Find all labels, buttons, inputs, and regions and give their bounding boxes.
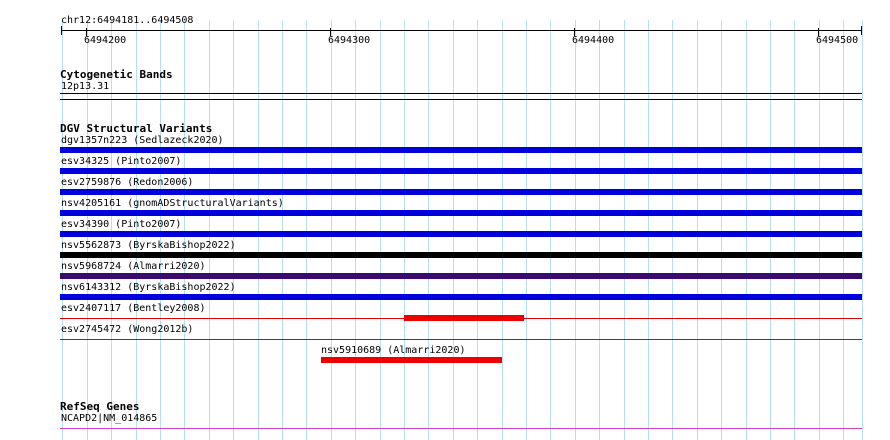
ruler-tick-label: 6494400 (572, 35, 615, 46)
grid-line (624, 20, 625, 440)
grid-line (428, 20, 429, 440)
grid-line (331, 20, 332, 440)
dgv-variant-label[interactable]: esv34390 (Pinto2007) (61, 219, 181, 231)
dgv-variant-bar[interactable] (60, 189, 862, 195)
grid-line (233, 20, 234, 440)
grid-line (721, 20, 722, 440)
grid-line (258, 20, 259, 440)
grid-line (550, 20, 551, 440)
grid-line (184, 20, 185, 440)
grid-line (648, 20, 649, 440)
ruler-tick (861, 26, 862, 35)
dgv-variant-label[interactable]: esv34325 (Pinto2007) (61, 156, 181, 168)
dgv-variant-bar[interactable] (60, 273, 862, 279)
grid-line (843, 20, 844, 440)
dgv-variant-label[interactable]: esv2407117 (Bentley2008) (61, 303, 206, 315)
grid-line (770, 20, 771, 440)
cytoband-line[interactable] (60, 99, 862, 100)
dgv-variant-bar[interactable] (60, 147, 862, 153)
grid-line (477, 20, 478, 440)
dgv-variant-line[interactable] (60, 339, 862, 340)
grid-line (599, 20, 600, 440)
grid-line (819, 20, 820, 440)
ruler-tick-label: 6494200 (84, 35, 127, 46)
dgv-variant-bar[interactable] (321, 357, 502, 363)
grid-line (282, 20, 283, 440)
grid-line (453, 20, 454, 440)
refseq-gene-line[interactable] (60, 428, 862, 429)
grid-line (502, 20, 503, 440)
cytoband-line[interactable] (60, 93, 862, 94)
grid-line (380, 20, 381, 440)
grid-line (355, 20, 356, 440)
dgv-variant-bar[interactable] (60, 210, 862, 216)
dgv-variant-label[interactable]: nsv4205161 (gnomADStructuralVariants) (61, 198, 284, 210)
grid-line (575, 20, 576, 440)
dgv-track-title[interactable]: DGV Structural Variants (60, 122, 212, 135)
dgv-variant-label[interactable]: nsv5910689 (Almarri2020) (321, 345, 466, 357)
grid-line (306, 20, 307, 440)
grid-line (672, 20, 673, 440)
dgv-variant-label[interactable]: nsv5968724 (Almarri2020) (61, 261, 206, 273)
dgv-variant-bar[interactable] (60, 168, 862, 174)
cytoband-label[interactable]: 12p13.31 (61, 81, 109, 93)
ruler-axis (61, 30, 861, 31)
cytobands-track-title[interactable]: Cytogenetic Bands (60, 68, 173, 81)
grid-line (526, 20, 527, 440)
dgv-variant-label[interactable]: nsv5562873 (ByrskaBishop2022) (61, 240, 236, 252)
dgv-variant-label[interactable]: esv2759876 (Redon2006) (61, 177, 193, 189)
grid-line (209, 20, 210, 440)
refseq-track-title[interactable]: RefSeq Genes (60, 400, 139, 413)
location-label: chr12:6494181..6494508 (61, 15, 194, 26)
ruler-tick-label: 6494300 (328, 35, 371, 46)
grid-line (794, 20, 795, 440)
grid-line (746, 20, 747, 440)
grid-line (697, 20, 698, 440)
dgv-variant-bar[interactable] (60, 231, 862, 237)
dgv-variant-label[interactable]: esv2745472 (Wong2012b) (61, 324, 193, 336)
dgv-variant-label[interactable]: nsv6143312 (ByrskaBishop2022) (61, 282, 236, 294)
dgv-variant-bar[interactable] (404, 315, 524, 321)
dgv-variant-bar[interactable] (60, 294, 862, 300)
ruler-tick-label: 6494500 (816, 35, 859, 46)
dgv-variant-label[interactable]: dgv1357n223 (Sedlazeck2020) (61, 135, 224, 147)
grid-line (404, 20, 405, 440)
refseq-gene-label[interactable]: NCAPD2|NM_014865 (61, 413, 157, 425)
ruler-tick (61, 26, 62, 35)
dgv-variant-bar[interactable] (60, 252, 862, 258)
grid-line (862, 20, 863, 440)
